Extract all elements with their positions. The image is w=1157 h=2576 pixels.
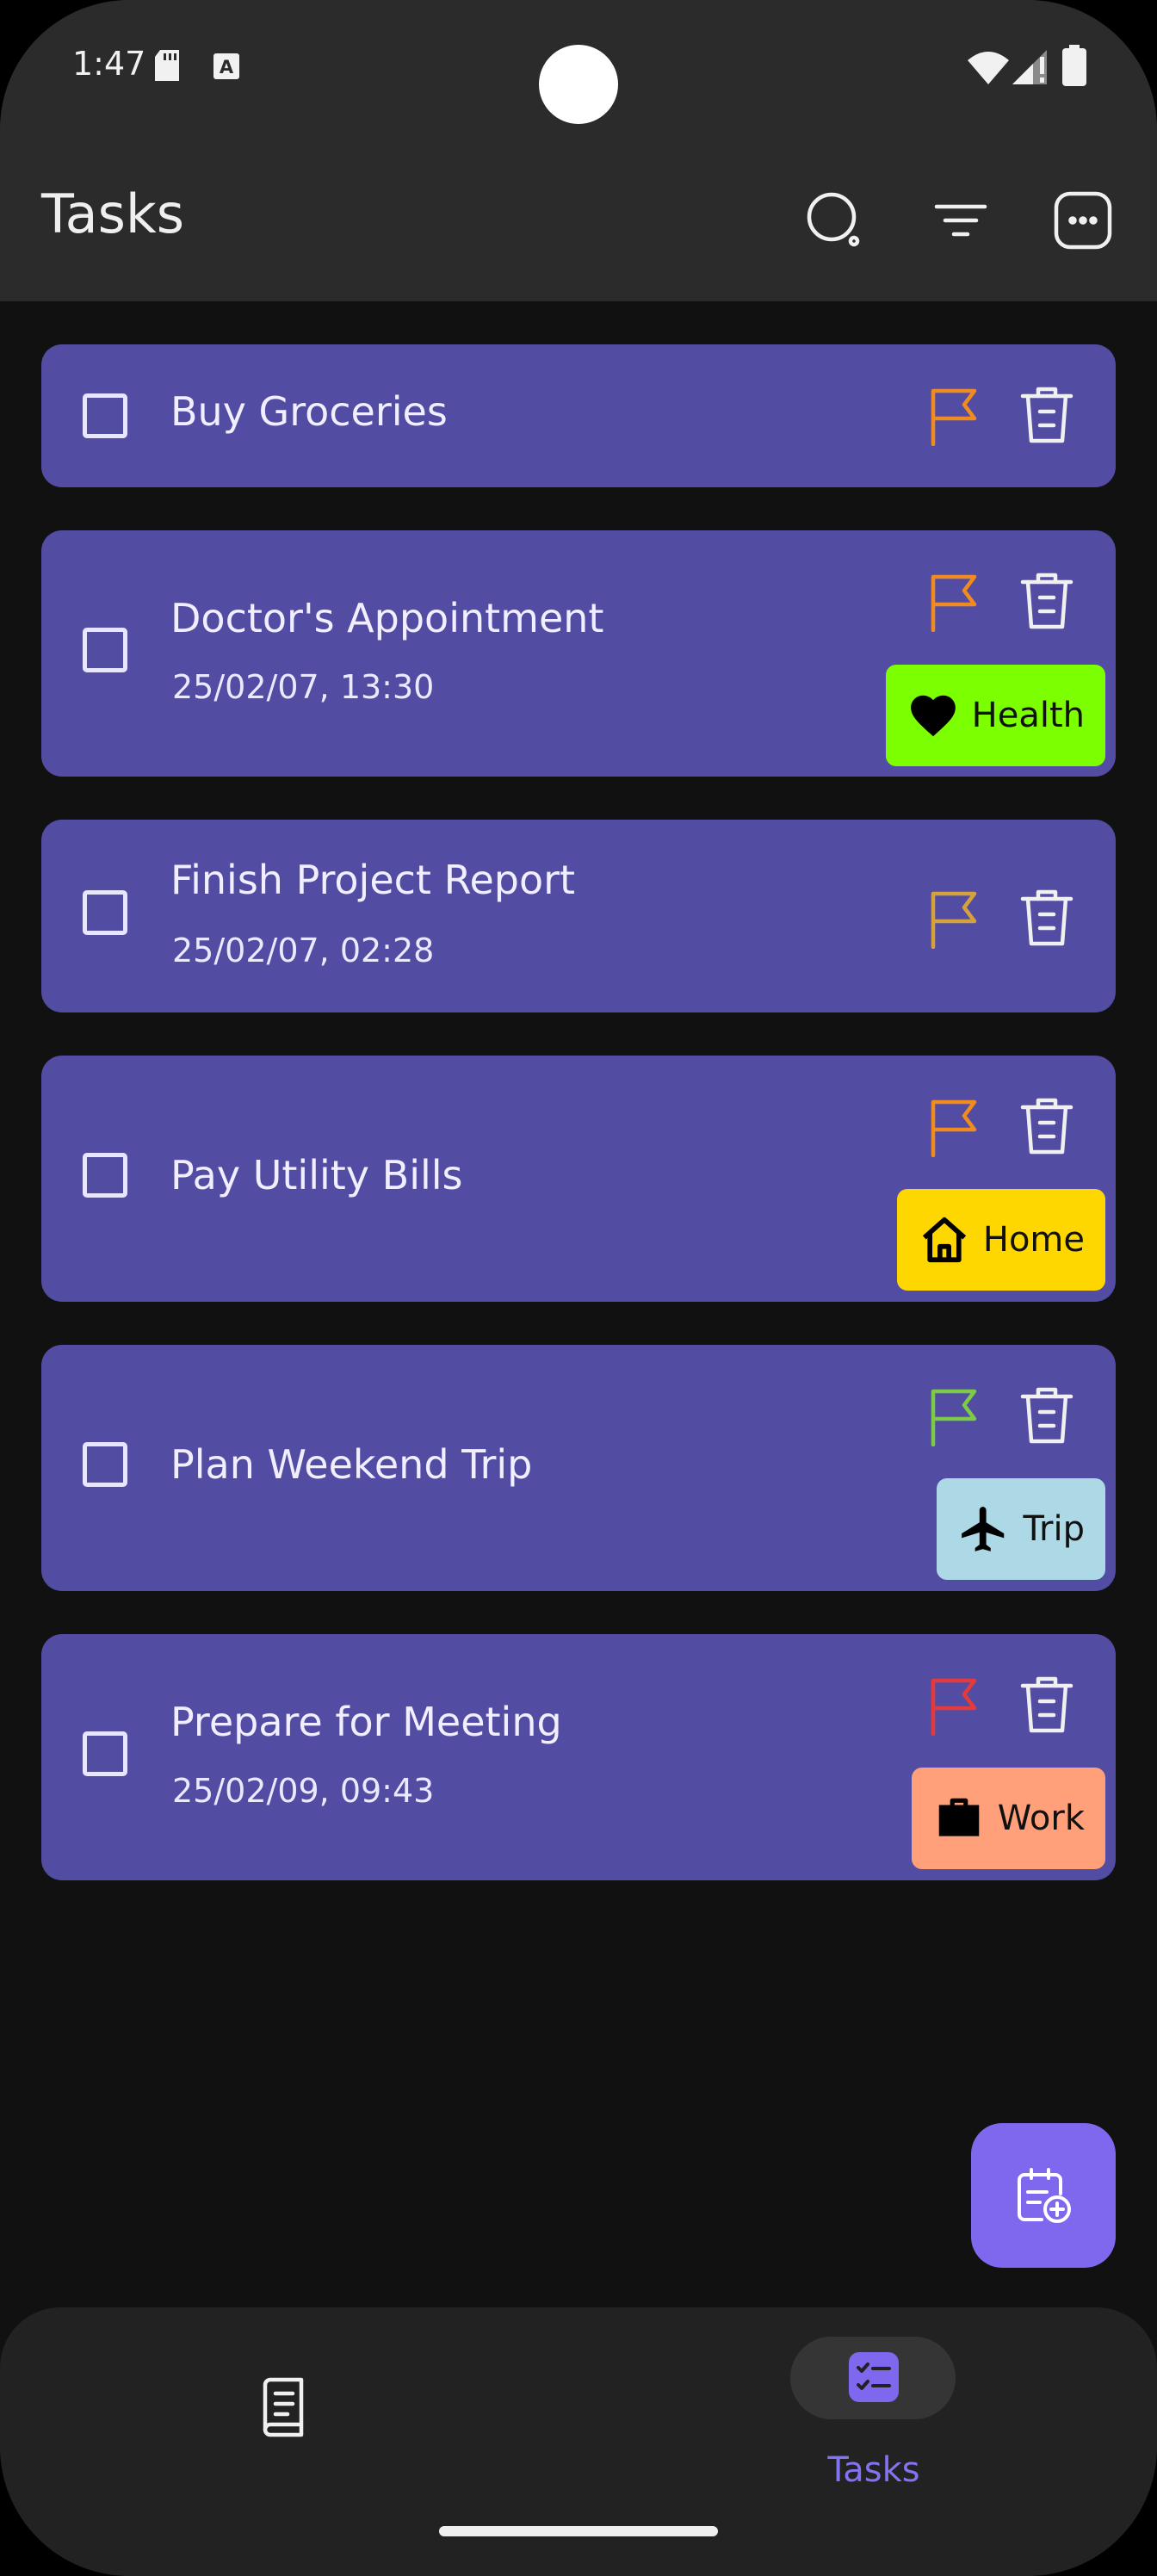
task-title: Doctor's Appointment	[170, 595, 604, 641]
task-title: Buy Groceries	[170, 388, 448, 435]
sd-card-icon	[155, 50, 179, 81]
tag-label: Home	[982, 1220, 1085, 1260]
category-tag-trip[interactable]: Trip	[937, 1478, 1105, 1580]
delete-icon[interactable]	[1019, 572, 1074, 630]
front-camera	[539, 45, 618, 124]
task-due-date: 25/02/09, 09:43	[172, 1772, 435, 1810]
category-tag-health[interactable]: Health	[885, 665, 1105, 766]
app-bar: Tasks	[0, 146, 1157, 301]
task-card[interactable]: Buy Groceries	[41, 344, 1116, 487]
delete-icon[interactable]	[1019, 386, 1074, 444]
tag-label: Health	[971, 696, 1085, 735]
airplane-icon	[962, 1507, 1005, 1551]
battery-icon	[1062, 45, 1086, 86]
tag-label: Work	[997, 1799, 1085, 1838]
flag-icon[interactable]	[926, 890, 981, 949]
cell-signal-icon	[1012, 50, 1047, 84]
flag-icon[interactable]	[926, 1099, 981, 1157]
app-screen: 1:47 A Tasks Buy Groceries Doctor's Appo…	[0, 0, 1157, 2576]
task-checkbox[interactable]	[83, 1731, 127, 1776]
more-options-icon[interactable]	[1052, 189, 1114, 251]
page-title: Tasks	[41, 183, 185, 245]
task-title: Plan Weekend Trip	[170, 1441, 533, 1488]
category-tag-work[interactable]: Work	[911, 1768, 1105, 1869]
delete-icon[interactable]	[1019, 1097, 1074, 1155]
task-due-date: 25/02/07, 13:30	[172, 668, 435, 706]
delete-icon[interactable]	[1019, 889, 1074, 947]
task-due-date: 25/02/07, 02:28	[172, 932, 435, 969]
flag-icon[interactable]	[926, 573, 981, 632]
search-icon[interactable]	[804, 189, 866, 251]
flag-icon[interactable]	[926, 1677, 981, 1736]
tasks-icon[interactable]	[849, 2352, 899, 2402]
category-tag-home[interactable]: Home	[896, 1189, 1105, 1291]
task-title: Pay Utility Bills	[170, 1152, 463, 1198]
add-task-icon	[1018, 2168, 1071, 2223]
tag-label: Trip	[1023, 1509, 1085, 1549]
flag-icon[interactable]	[926, 387, 981, 446]
task-checkbox[interactable]	[83, 393, 127, 438]
status-bar: 1:47 A	[0, 0, 1157, 146]
wifi-icon	[968, 52, 1009, 84]
house-icon	[922, 1217, 967, 1263]
font-app-icon: A	[213, 53, 239, 79]
task-checkbox[interactable]	[83, 1153, 127, 1198]
notes-icon[interactable]	[253, 2376, 315, 2438]
task-title: Prepare for Meeting	[170, 1699, 562, 1745]
task-checkbox[interactable]	[83, 628, 127, 672]
status-time: 1:47	[72, 45, 146, 83]
svg-text:A: A	[220, 57, 234, 77]
delete-icon[interactable]	[1019, 1386, 1074, 1445]
task-title: Finish Project Report	[170, 857, 576, 903]
briefcase-icon	[938, 1798, 979, 1836]
add-task-button[interactable]	[971, 2123, 1116, 2268]
delete-icon[interactable]	[1019, 1675, 1074, 1734]
flag-icon[interactable]	[926, 1388, 981, 1446]
task-card[interactable]: Pay Utility Bills Home	[41, 1056, 1116, 1302]
heart-icon	[910, 695, 956, 737]
home-indicator[interactable]	[439, 2526, 718, 2536]
filter-icon[interactable]	[930, 189, 992, 251]
task-card[interactable]: Doctor's Appointment 25/02/07, 13:30 Hea…	[41, 530, 1116, 777]
task-card[interactable]: Prepare for Meeting 25/02/09, 09:43 Work	[41, 1634, 1116, 1880]
task-card[interactable]: Finish Project Report 25/02/07, 02:28	[41, 820, 1116, 1012]
task-card[interactable]: Plan Weekend Trip Trip	[41, 1345, 1116, 1591]
nav-tasks-label[interactable]: Tasks	[809, 2450, 938, 2490]
task-checkbox[interactable]	[83, 890, 127, 935]
task-checkbox[interactable]	[83, 1442, 127, 1487]
